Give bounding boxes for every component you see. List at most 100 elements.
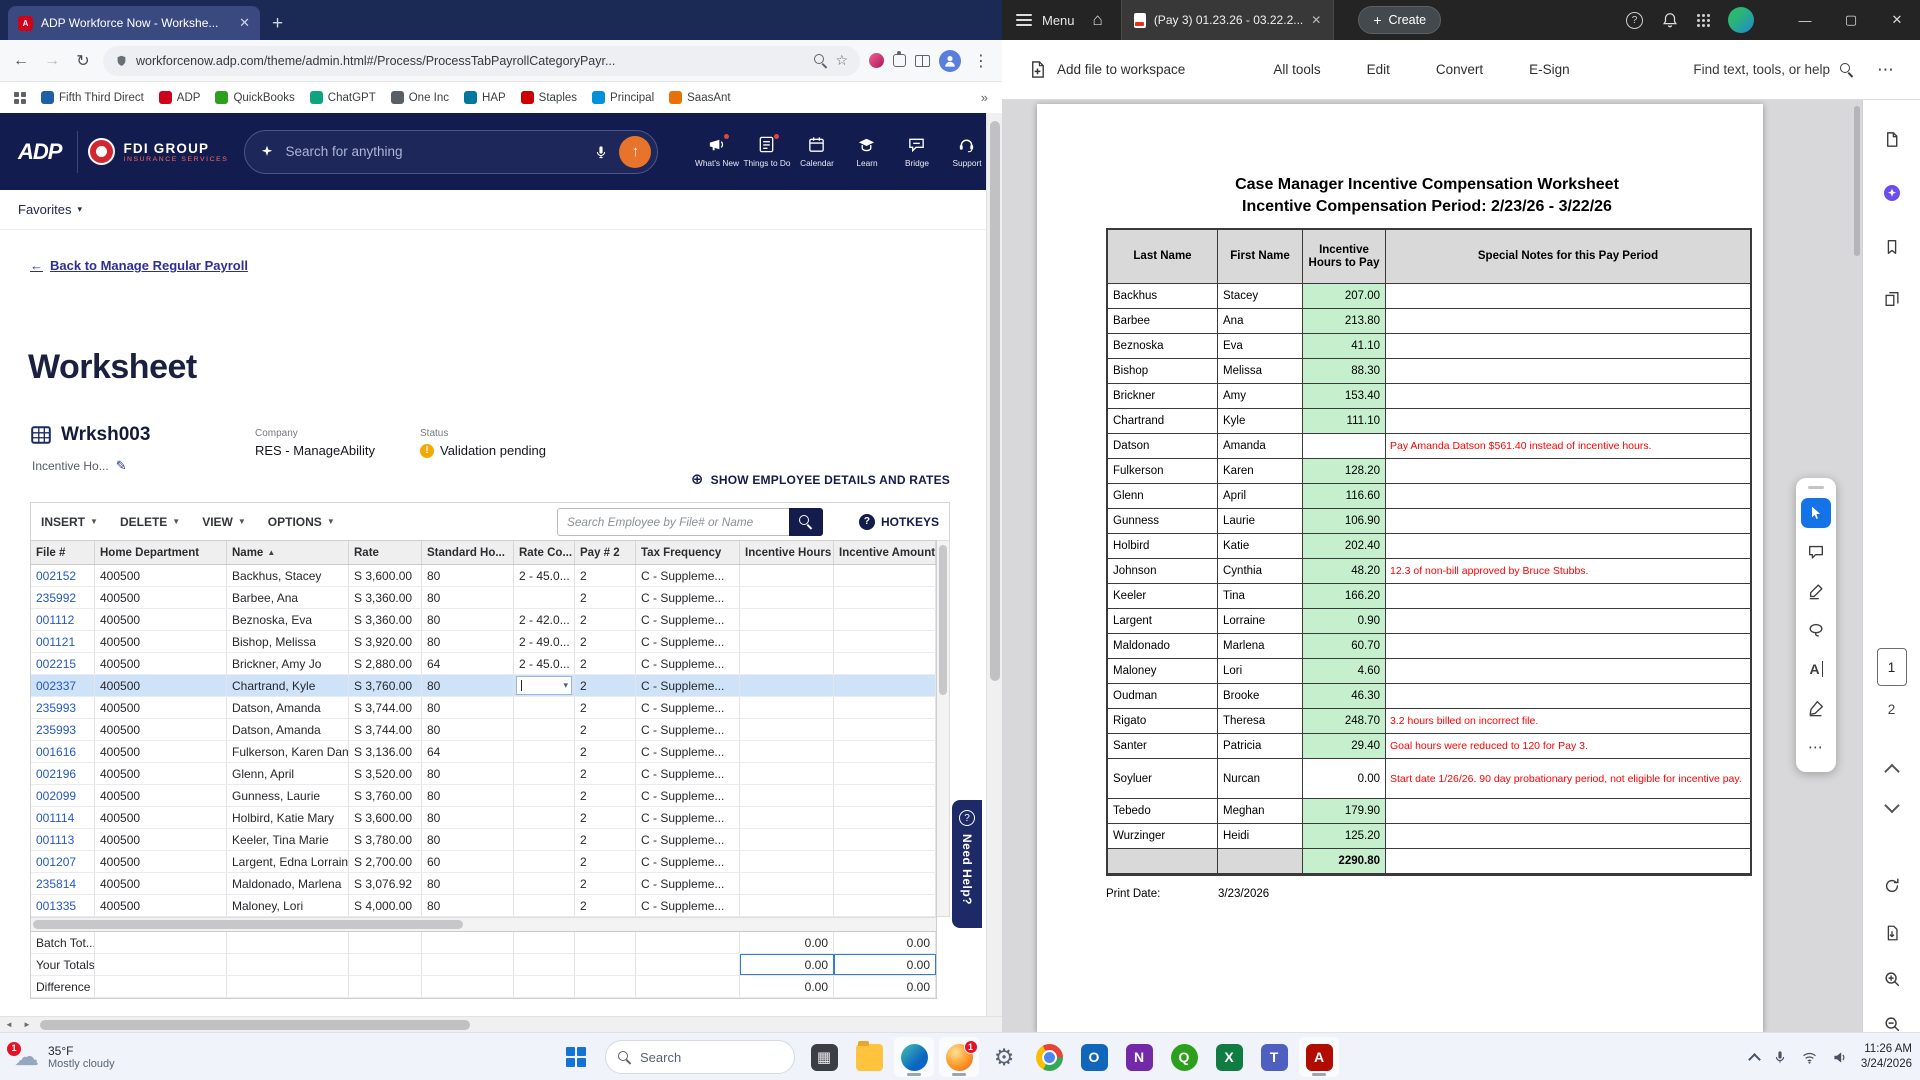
taskbar-quickbooks[interactable]: Q xyxy=(1164,1037,1204,1077)
adp-logo[interactable]: ADP xyxy=(12,139,67,165)
forward-icon[interactable]: → xyxy=(41,52,63,70)
more-tool[interactable]: ⋯ xyxy=(1801,732,1831,762)
column-header-rate[interactable]: Rate xyxy=(349,541,422,564)
taskbar-acrobat[interactable]: A xyxy=(1299,1037,1339,1077)
start-button[interactable] xyxy=(556,1037,596,1077)
add-file-button[interactable]: Add file to workspace xyxy=(1028,60,1185,79)
back-to-payroll-link[interactable]: ← Back to Manage Regular Payroll xyxy=(30,258,248,273)
grid-row[interactable]: 235993 400500 Datson, Amanda S 3,744.00 80 2 C… xyxy=(31,697,936,719)
file-number-cell[interactable]: 235993 xyxy=(31,697,95,718)
view-menu-button[interactable]: VIEW ▼ xyxy=(202,515,246,529)
nav-bridge[interactable]: Bridge xyxy=(894,135,940,168)
bookmarks-icon[interactable] xyxy=(1875,230,1909,264)
refresh-icon[interactable]: ↻ xyxy=(72,51,94,71)
grid-row[interactable]: 002196 400500 Glenn, April S 3,520.00 80 2 C -… xyxy=(31,763,936,785)
taskbar-settings[interactable]: ⚙ xyxy=(984,1037,1024,1077)
convert-tab[interactable]: Convert xyxy=(1436,62,1483,77)
tray-overflow-icon[interactable] xyxy=(1747,1052,1761,1066)
taskbar-search[interactable]: Search xyxy=(605,1040,795,1074)
edit-pencil-icon[interactable]: ✎ xyxy=(116,458,127,474)
grid-cell[interactable]: 2 xyxy=(575,675,636,696)
file-number-cell[interactable]: 235814 xyxy=(31,873,95,894)
employee-search-button[interactable] xyxy=(788,507,823,536)
bookmark-quickbooks[interactable]: QuickBooks xyxy=(215,91,295,104)
ai-assistant-icon[interactable] xyxy=(1875,176,1909,210)
file-number-cell[interactable]: 001112 xyxy=(31,609,95,630)
totals-cell[interactable]: 0.00 xyxy=(740,954,834,975)
zoom-icon[interactable] xyxy=(814,54,827,67)
weather-widget[interactable]: ☁ 1 35°F Mostly cloudy xyxy=(6,1033,123,1080)
next-page-icon[interactable] xyxy=(1883,797,1900,814)
zoom-in-icon[interactable] xyxy=(1875,962,1909,996)
taskbar-edge[interactable] xyxy=(894,1037,934,1077)
grid-row[interactable]: 001114 400500 Holbird, Katie Mary S 3,600.0… xyxy=(31,807,936,829)
grid-vertical-scrollbar[interactable] xyxy=(937,540,950,917)
document-scrollbar[interactable] xyxy=(1852,100,1862,1032)
taskbar-outlook[interactable]: O xyxy=(1074,1037,1114,1077)
insert-menu-button[interactable]: INSERT ▼ xyxy=(41,515,98,529)
new-tab-button[interactable]: + xyxy=(272,14,283,33)
grid-row[interactable]: 001335 400500 Maloney, Lori S 4,000.00 80 2 C … xyxy=(31,895,936,917)
file-number-cell[interactable]: 001207 xyxy=(31,851,95,872)
nav-support[interactable]: Support xyxy=(944,135,990,168)
column-header-file[interactable]: File # xyxy=(31,541,95,564)
grid-cell[interactable] xyxy=(740,675,834,696)
bookmark-one-inc[interactable]: One Inc xyxy=(390,91,449,104)
sign-tool[interactable] xyxy=(1801,693,1831,723)
bookmark-chatgpt[interactable]: ChatGPT xyxy=(309,91,376,104)
hotkeys-button[interactable]: ? HOTKEYS xyxy=(858,513,939,530)
grid-row[interactable]: 002215 400500 Brickner, Amy Jo S 2,880.00 64… xyxy=(31,653,936,675)
minimize-button[interactable]: — xyxy=(1782,0,1828,40)
grid-cell[interactable] xyxy=(834,675,936,696)
refresh-icon[interactable] xyxy=(1875,869,1909,903)
grid-row[interactable]: 235993 400500 Datson, Amanda S 3,744.00 80 2 C… xyxy=(31,719,936,741)
show-employee-details-link[interactable]: ⊕ SHOW EMPLOYEE DETAILS AND RATES xyxy=(691,472,950,487)
file-number-cell[interactable]: 002152 xyxy=(31,565,95,586)
palette-drag-handle[interactable] xyxy=(1808,486,1824,489)
column-header-incentive-amount[interactable]: Incentive Amount xyxy=(834,541,936,564)
file-number-cell[interactable]: 001616 xyxy=(31,741,95,762)
scrollbar-thumb[interactable] xyxy=(33,920,463,929)
page-horizontal-scrollbar[interactable]: ◄ ► xyxy=(0,1016,1002,1032)
bookmark-principal[interactable]: Principal xyxy=(592,91,654,104)
help-icon[interactable]: ? xyxy=(1626,11,1643,29)
taskbar-firefox[interactable]: 1 xyxy=(939,1037,979,1077)
menu-label[interactable]: Menu xyxy=(1042,13,1075,28)
scroll-right-icon[interactable]: ► xyxy=(18,1020,36,1029)
column-header-tax-frequency[interactable]: Tax Frequency xyxy=(636,541,740,564)
employee-search-input[interactable] xyxy=(556,507,789,536)
bookmark-saasant[interactable]: SaasAnt xyxy=(669,91,731,104)
file-number-cell[interactable]: 001114 xyxy=(31,807,95,828)
bookmark-staples[interactable]: Staples xyxy=(520,91,577,104)
grid-row[interactable]: 001113 400500 Keeler, Tina Marie S 3,780.00… xyxy=(31,829,936,851)
lasso-tool[interactable] xyxy=(1801,615,1831,645)
page-vertical-scrollbar[interactable] xyxy=(986,113,1002,1016)
taskbar-onenote[interactable]: N xyxy=(1119,1037,1159,1077)
maximize-button[interactable]: ▢ xyxy=(1828,0,1874,40)
file-number-cell[interactable]: 002215 xyxy=(31,653,95,674)
extension-icon[interactable] xyxy=(869,53,884,68)
split-screen-icon[interactable] xyxy=(915,54,930,67)
file-number-cell[interactable]: 001335 xyxy=(31,895,95,916)
file-number-cell[interactable]: 235993 xyxy=(31,719,95,740)
file-number-cell[interactable]: 002337 xyxy=(31,675,95,696)
zoom-out-icon[interactable] xyxy=(1875,1007,1909,1032)
create-button[interactable]: + Create xyxy=(1358,6,1442,34)
grid-row[interactable]: 001207 400500 Largent, Edna Lorraine S 2,70… xyxy=(31,851,936,873)
extensions-puzzle-icon[interactable] xyxy=(893,51,906,67)
delete-menu-button[interactable]: DELETE ▼ xyxy=(120,515,180,529)
options-menu-button[interactable]: OPTIONS ▼ xyxy=(268,515,335,529)
grid-row[interactable]: 002337 400500 Chartrand, Kyle S 3,760.00 80 ▾… xyxy=(31,675,936,697)
tab-close-icon[interactable]: ✕ xyxy=(1311,13,1321,27)
apps-grid-icon[interactable] xyxy=(1697,13,1710,27)
column-header-home-department[interactable]: Home Department xyxy=(95,541,227,564)
scroll-left-icon[interactable]: ◄ xyxy=(0,1020,18,1029)
home-icon[interactable]: ⌂ xyxy=(1093,10,1103,30)
microphone-icon[interactable] xyxy=(1772,1049,1788,1065)
comment-tool[interactable] xyxy=(1801,537,1831,567)
grid-horizontal-scrollbar[interactable] xyxy=(31,917,936,931)
adp-search-bar[interactable]: Search for anything ↑ xyxy=(244,129,659,174)
export-pages-icon[interactable] xyxy=(1875,122,1909,156)
scrollbar-thumb[interactable] xyxy=(939,545,947,695)
column-header-name[interactable]: Name ▲ xyxy=(227,541,349,564)
